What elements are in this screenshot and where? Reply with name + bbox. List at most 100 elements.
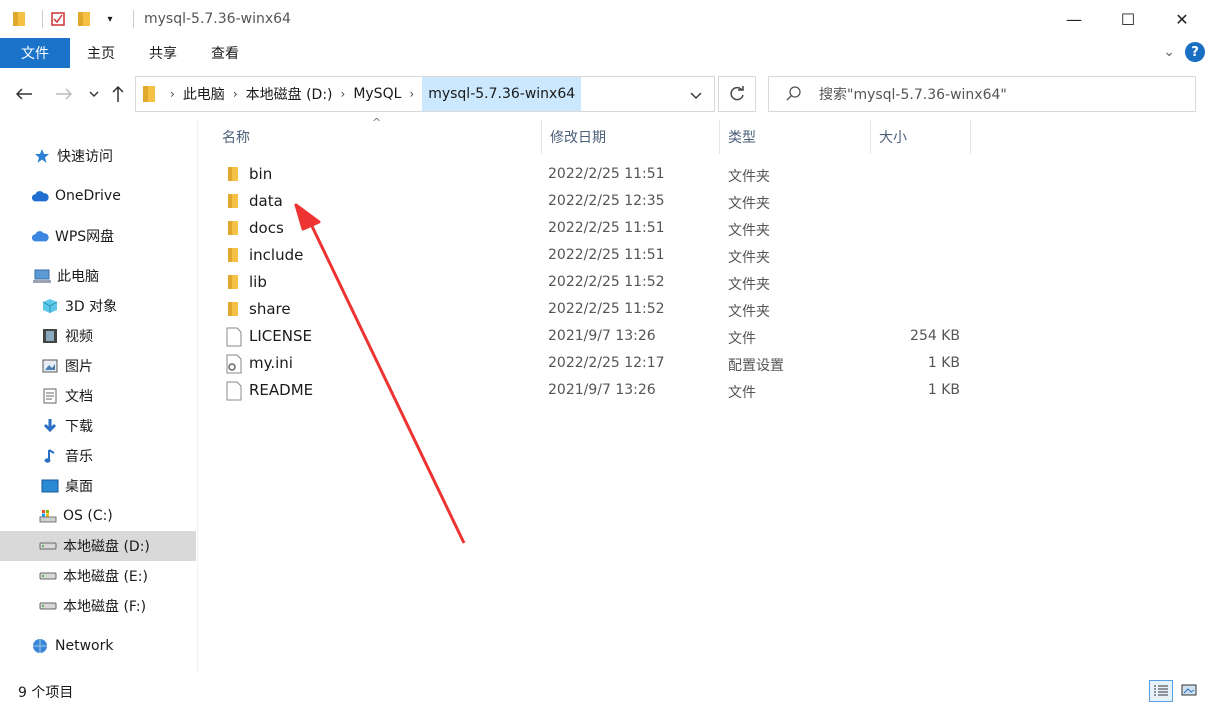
column-header-name[interactable]: 名称 — [214, 120, 542, 154]
nav-this-pc[interactable]: 此电脑 — [0, 261, 196, 291]
expand-ribbon-icon[interactable]: ⌄ — [1163, 44, 1175, 60]
nav-drive-d[interactable]: 本地磁盘 (D:) — [0, 531, 196, 561]
file-row[interactable]: docs 2022/2/25 11:51 文件夹 — [222, 215, 982, 242]
nav-3d-objects[interactable]: 3D 对象 — [0, 291, 196, 321]
tab-view[interactable]: 查看 — [194, 38, 256, 68]
nav-drive-f[interactable]: 本地磁盘 (F:) — [0, 591, 196, 621]
file-row[interactable]: my.ini 2022/2/25 12:17 配置设置 1 KB — [222, 350, 982, 377]
desktop-icon — [41, 477, 59, 495]
breadcrumb-separator[interactable]: › — [333, 77, 354, 111]
computer-icon — [33, 267, 51, 285]
column-header-label: 名称 — [222, 130, 250, 146]
file-row[interactable]: bin 2022/2/25 11:51 文件夹 — [222, 161, 982, 188]
file-date: 2021/9/7 13:26 — [548, 382, 656, 398]
column-header-type[interactable]: 类型 — [720, 120, 871, 154]
breadcrumb-current-folder[interactable]: mysql-5.7.36-winx64 — [422, 77, 582, 111]
nav-downloads[interactable]: 下载 — [0, 411, 196, 441]
nav-quick-access[interactable]: 快速访问 — [0, 141, 196, 171]
tab-file[interactable]: 文件 — [0, 38, 70, 68]
file-icon — [226, 327, 242, 347]
breadcrumb-separator[interactable]: › — [401, 77, 422, 111]
nav-documents[interactable]: 文档 — [0, 381, 196, 411]
item-count: 9 个项目 — [18, 685, 74, 701]
address-dropdown-icon[interactable] — [690, 88, 702, 104]
cube-icon — [41, 297, 59, 315]
breadcrumb-drive-d[interactable]: 本地磁盘 (D:) — [246, 77, 333, 111]
nav-drive-c[interactable]: OS (C:) — [0, 501, 196, 531]
nav-videos[interactable]: 视频 — [0, 321, 196, 351]
tab-share[interactable]: 共享 — [132, 38, 194, 68]
help-button[interactable]: ? — [1185, 42, 1205, 62]
file-size: 1 KB — [927, 382, 960, 398]
search-box[interactable]: 搜索"mysql-5.7.36-winx64" — [768, 76, 1196, 112]
drive-c-icon — [39, 507, 57, 525]
minimize-button[interactable]: — — [1047, 0, 1101, 38]
nav-music[interactable]: 音乐 — [0, 441, 196, 471]
details-view-button[interactable] — [1149, 680, 1173, 702]
large-icons-view-icon — [1181, 684, 1197, 696]
back-button[interactable] — [12, 82, 36, 106]
large-icons-view-button[interactable] — [1177, 680, 1201, 702]
nav-label: 下载 — [65, 419, 93, 435]
forward-button[interactable] — [52, 82, 76, 106]
back-arrow-icon — [15, 88, 32, 100]
file-name: bin — [249, 165, 273, 183]
tab-home[interactable]: 主页 — [70, 38, 132, 68]
properties-icon[interactable] — [49, 10, 67, 28]
nav-onedrive[interactable]: OneDrive — [0, 181, 196, 211]
folder-icon — [226, 300, 242, 318]
nav-network[interactable]: Network — [0, 631, 196, 661]
maximize-button[interactable]: ☐ — [1101, 0, 1155, 38]
window-controls: — ☐ ✕ — [1047, 0, 1209, 38]
breadcrumb-separator[interactable]: › — [162, 77, 183, 111]
file-row[interactable]: LICENSE 2021/9/7 13:26 文件 254 KB — [222, 323, 982, 350]
new-folder-icon[interactable] — [75, 10, 93, 28]
folder-icon — [226, 273, 242, 291]
column-header-date[interactable]: 修改日期 — [542, 120, 720, 154]
file-name: data — [249, 192, 283, 210]
file-row[interactable]: include 2022/2/25 11:51 文件夹 — [222, 242, 982, 269]
nav-label: 本地磁盘 (D:) — [63, 539, 150, 555]
download-icon — [41, 417, 59, 435]
up-button[interactable] — [106, 82, 130, 106]
file-type: 文件夹 — [728, 304, 770, 320]
separator — [42, 10, 43, 28]
nav-label: 文档 — [65, 389, 93, 405]
nav-label: 音乐 — [65, 449, 93, 465]
file-size: 254 KB — [910, 328, 960, 344]
file-name: LICENSE — [249, 327, 312, 345]
file-type: 文件夹 — [728, 223, 770, 239]
customize-dropdown-icon[interactable]: ▾ — [101, 10, 119, 28]
nav-pictures[interactable]: 图片 — [0, 351, 196, 381]
drive-icon — [39, 597, 57, 615]
file-row[interactable]: share 2022/2/25 11:52 文件夹 — [222, 296, 982, 323]
quick-access-toolbar: ▾ mysql-5.7.36-winx64 — [0, 0, 291, 38]
breadcrumb-this-pc[interactable]: 此电脑 — [183, 77, 225, 111]
nav-drive-e[interactable]: 本地磁盘 (E:) — [0, 561, 196, 591]
refresh-button[interactable] — [718, 76, 756, 112]
close-button[interactable]: ✕ — [1155, 0, 1209, 38]
refresh-icon — [730, 86, 744, 101]
address-bar[interactable]: › 此电脑 › 本地磁盘 (D:) › MySQL › mysql-5.7.36… — [135, 76, 715, 112]
file-date: 2022/2/25 12:17 — [548, 355, 665, 371]
search-icon — [786, 86, 801, 101]
file-name: README — [249, 381, 314, 399]
nav-label: 图片 — [65, 359, 93, 375]
file-row[interactable]: lib 2022/2/25 11:52 文件夹 — [222, 269, 982, 296]
drive-icon — [39, 567, 57, 585]
file-row[interactable]: data 2022/2/25 12:35 文件夹 — [222, 188, 982, 215]
details-view-icon — [1154, 685, 1168, 696]
nav-label: 本地磁盘 (E:) — [63, 569, 148, 585]
nav-wps-cloud[interactable]: WPS网盘 — [0, 221, 196, 251]
nav-desktop[interactable]: 桌面 — [0, 471, 196, 501]
file-row[interactable]: README 2021/9/7 13:26 文件 1 KB — [222, 377, 982, 404]
file-date: 2021/9/7 13:26 — [548, 328, 656, 344]
breadcrumb-mysql[interactable]: MySQL — [353, 77, 401, 111]
folder-icon — [10, 10, 28, 28]
breadcrumb-separator[interactable]: › — [225, 77, 246, 111]
file-date: 2022/2/25 12:35 — [548, 193, 665, 209]
folder-icon — [226, 219, 242, 237]
recent-locations-button[interactable] — [82, 82, 106, 106]
column-header-size[interactable]: 大小 — [871, 120, 971, 154]
search-input[interactable]: 搜索"mysql-5.7.36-winx64" — [819, 84, 1007, 104]
